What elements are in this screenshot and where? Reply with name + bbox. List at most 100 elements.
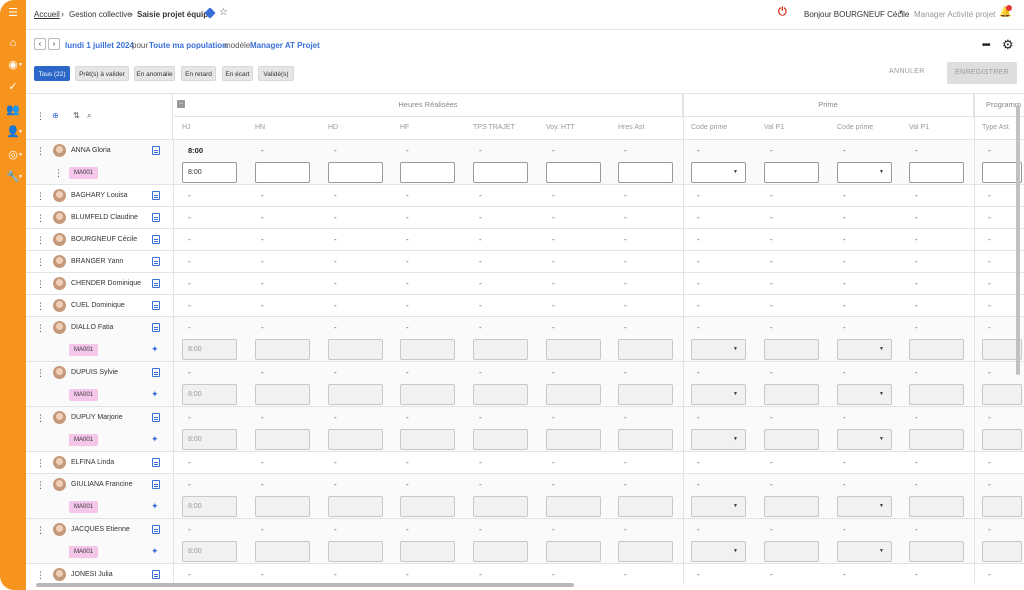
auto-fill-icon[interactable]: ✦ xyxy=(151,501,159,512)
employee-name[interactable]: JACQUES Etienne xyxy=(71,526,130,533)
clipboard-icon[interactable] xyxy=(152,480,160,489)
sub-row-kebab-icon[interactable]: ⋮ xyxy=(54,168,63,179)
time-input[interactable] xyxy=(255,339,310,360)
time-input[interactable] xyxy=(400,541,455,562)
time-input[interactable] xyxy=(546,496,601,517)
column-header[interactable]: Type Ast xyxy=(982,116,1009,139)
kebab-icon[interactable]: ⋮ xyxy=(36,111,45,122)
filter-ready[interactable]: Prêt(s) à valider xyxy=(75,66,129,81)
next-date-button[interactable]: › xyxy=(48,38,60,50)
eye-icon[interactable]: ◎ ▼ xyxy=(5,148,23,162)
filter-anomaly[interactable]: En anomalie xyxy=(134,66,175,81)
employee-name[interactable]: DIALLO Fatia xyxy=(71,324,113,331)
time-input[interactable] xyxy=(473,384,528,405)
column-header[interactable]: HD xyxy=(328,116,338,139)
time-input[interactable]: 8:00 xyxy=(182,429,237,450)
time-input[interactable] xyxy=(764,162,819,183)
employee-name[interactable]: BRANGER Yann xyxy=(71,258,123,265)
time-input[interactable]: 8:00 xyxy=(182,384,237,405)
clipboard-icon[interactable] xyxy=(152,413,160,422)
time-input[interactable] xyxy=(764,384,819,405)
time-input[interactable] xyxy=(328,429,383,450)
time-input[interactable] xyxy=(546,429,601,450)
time-input[interactable] xyxy=(400,162,455,183)
column-header[interactable]: Voy. HTT xyxy=(546,116,575,139)
model-link[interactable]: Manager AT Projet xyxy=(250,41,320,50)
code-prime-select[interactable]: ▼ xyxy=(837,162,892,183)
check-icon[interactable]: ✓ xyxy=(5,80,21,94)
code-prime-select[interactable]: ▼ xyxy=(837,429,892,450)
population-link[interactable]: Toute ma population xyxy=(149,41,227,50)
time-input[interactable] xyxy=(255,162,310,183)
row-kebab-icon[interactable]: ⋮ xyxy=(36,235,45,246)
row-kebab-icon[interactable]: ⋮ xyxy=(36,458,45,469)
time-input[interactable] xyxy=(618,541,673,562)
column-header[interactable]: Val P1 xyxy=(909,116,929,139)
code-prime-select[interactable]: ▼ xyxy=(837,496,892,517)
home-icon[interactable]: ⌂ xyxy=(5,36,21,50)
time-input[interactable] xyxy=(328,541,383,562)
vertical-scrollbar[interactable] xyxy=(1016,99,1021,569)
time-input[interactable]: 8:00 xyxy=(182,339,237,360)
filter-late[interactable]: En retard xyxy=(181,66,216,81)
prev-date-button[interactable]: ‹ xyxy=(34,38,46,50)
breadcrumb-collective[interactable]: Gestion collective xyxy=(69,10,132,19)
caret-down-icon[interactable]: ▼ xyxy=(898,10,904,16)
time-input[interactable] xyxy=(400,384,455,405)
sort-icon[interactable]: ⇅ xyxy=(73,111,80,120)
row-kebab-icon[interactable]: ⋮ xyxy=(36,213,45,224)
time-input[interactable] xyxy=(618,339,673,360)
time-input[interactable] xyxy=(909,429,964,450)
star-icon[interactable]: ☆ xyxy=(219,7,228,18)
row-kebab-icon[interactable]: ⋮ xyxy=(36,413,45,424)
column-header[interactable]: TPS TRAJET xyxy=(473,116,515,139)
time-input[interactable] xyxy=(546,541,601,562)
clipboard-icon[interactable] xyxy=(152,525,160,534)
menu-icon[interactable]: ☰ xyxy=(5,6,21,20)
time-input[interactable] xyxy=(400,339,455,360)
employee-name[interactable]: ANNA Gloria xyxy=(71,147,111,154)
clipboard-icon[interactable] xyxy=(152,213,160,222)
column-header[interactable]: Code prime xyxy=(691,116,727,139)
auto-fill-icon[interactable]: ✦ xyxy=(151,434,159,445)
collapse-group-icon[interactable]: − xyxy=(177,100,185,108)
time-input[interactable] xyxy=(618,384,673,405)
user-settings-icon[interactable]: 👤 ▼ xyxy=(5,125,23,139)
row-kebab-icon[interactable]: ⋮ xyxy=(36,279,45,290)
employee-name[interactable]: BLUMFELD Claudine xyxy=(71,214,138,221)
wrench-icon[interactable]: 🔧 ▼ xyxy=(5,170,23,184)
search-icon[interactable]: ⌕ xyxy=(87,111,91,121)
save-button[interactable]: ENREGISTRER xyxy=(947,62,1017,84)
cancel-button[interactable]: ANNULER xyxy=(889,68,925,75)
breadcrumb-home[interactable]: Accueil xyxy=(34,10,60,19)
time-input[interactable] xyxy=(400,429,455,450)
row-kebab-icon[interactable]: ⋮ xyxy=(36,570,45,581)
time-input[interactable] xyxy=(909,541,964,562)
code-prime-select[interactable]: ▼ xyxy=(837,384,892,405)
row-kebab-icon[interactable]: ⋮ xyxy=(36,301,45,312)
clipboard-icon[interactable] xyxy=(152,323,160,332)
gear-icon[interactable]: ⚙ xyxy=(1002,37,1014,53)
employee-name[interactable]: JONESI Julia xyxy=(71,571,113,578)
column-header[interactable]: Code prime xyxy=(837,116,873,139)
clipboard-icon[interactable] xyxy=(152,570,160,579)
employee-name[interactable]: GIULIANA Francine xyxy=(71,481,132,488)
code-prime-select[interactable]: ▼ xyxy=(837,541,892,562)
auto-fill-icon[interactable]: ✦ xyxy=(151,546,159,557)
time-input[interactable] xyxy=(764,496,819,517)
time-input[interactable] xyxy=(473,429,528,450)
time-input[interactable] xyxy=(618,162,673,183)
auto-fill-icon[interactable]: ✦ xyxy=(151,389,159,400)
select-all-icon[interactable]: ⊕ xyxy=(52,111,59,120)
clipboard-icon[interactable] xyxy=(152,146,160,155)
filter-validated[interactable]: Validé(s) xyxy=(258,66,294,81)
filter-all[interactable]: Tous (22) xyxy=(34,66,70,81)
vertical-scroll-thumb[interactable] xyxy=(1016,105,1020,375)
clipboard-icon[interactable] xyxy=(152,191,160,200)
clipboard-icon[interactable] xyxy=(152,279,160,288)
code-prime-select[interactable]: ▼ xyxy=(691,384,746,405)
column-header[interactable]: Val P1 xyxy=(764,116,784,139)
time-input[interactable] xyxy=(909,162,964,183)
clipboard-icon[interactable] xyxy=(152,458,160,467)
row-kebab-icon[interactable]: ⋮ xyxy=(36,368,45,379)
